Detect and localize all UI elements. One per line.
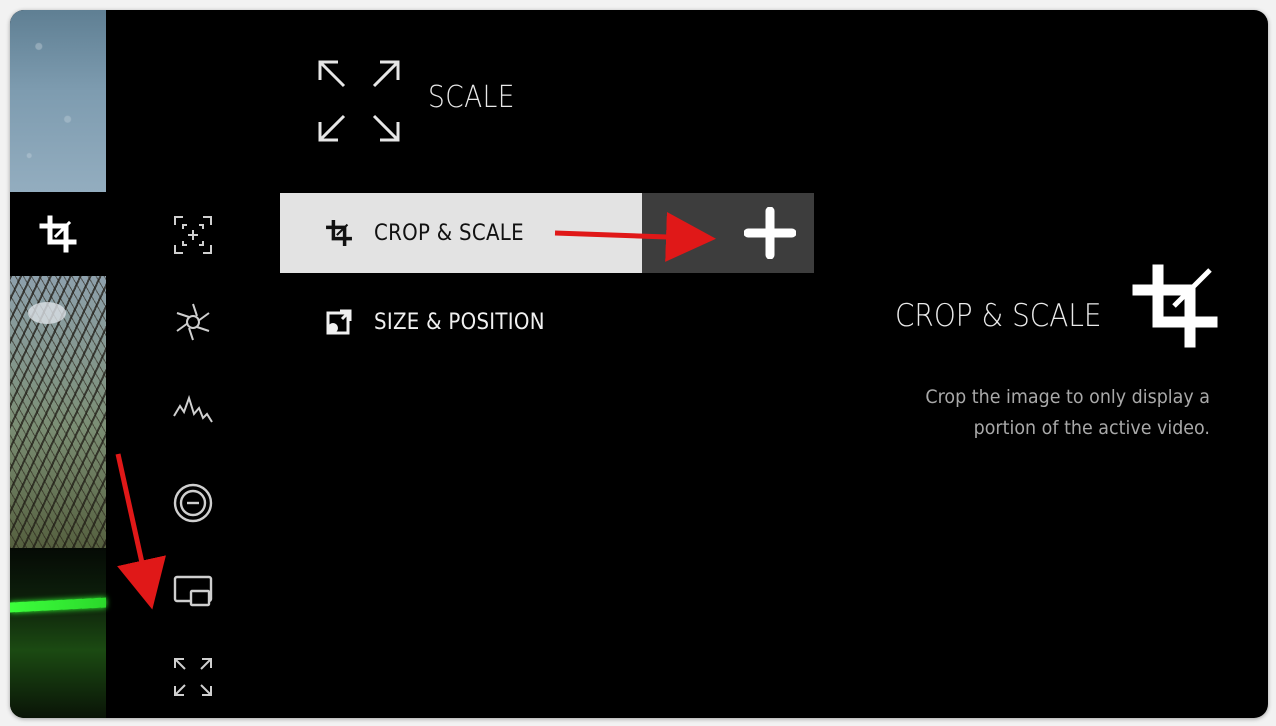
expand-arrows-icon bbox=[174, 658, 212, 696]
thumbnail-strip bbox=[10, 10, 106, 718]
tool-scale[interactable] bbox=[160, 647, 226, 707]
list-item-label: CROP & SCALE bbox=[374, 220, 524, 246]
tool-exposure[interactable] bbox=[160, 473, 226, 533]
crop-icon bbox=[1132, 264, 1218, 348]
size-position-icon bbox=[324, 307, 354, 337]
list-item-size-position[interactable]: SIZE & POSITION bbox=[280, 282, 642, 362]
tool-waveform[interactable] bbox=[160, 380, 226, 440]
detail-title: CROP & SCALE bbox=[895, 298, 1102, 334]
thumbnail-selected[interactable] bbox=[10, 192, 106, 276]
aperture-icon bbox=[176, 303, 210, 341]
list-item-label: SIZE & POSITION bbox=[374, 309, 545, 335]
plus-icon bbox=[744, 207, 796, 259]
page-title: SCALE bbox=[428, 80, 515, 115]
app-frame: SCALE CROP & SCALE SIZE & POSITION CROP … bbox=[10, 10, 1268, 718]
waveform-icon bbox=[173, 394, 213, 423]
tool-picture-in-picture[interactable] bbox=[160, 560, 226, 620]
crop-icon bbox=[324, 218, 354, 248]
add-button[interactable] bbox=[642, 193, 814, 273]
exposure-minus-icon bbox=[173, 483, 213, 523]
detail-description: Crop the image to only display a portion… bbox=[925, 386, 1210, 439]
thumbnail-sky[interactable] bbox=[10, 10, 106, 192]
crop-icon bbox=[39, 215, 77, 253]
tool-focus-assist[interactable] bbox=[160, 205, 226, 265]
focus-assist-icon bbox=[174, 216, 212, 254]
tool-aperture[interactable] bbox=[160, 292, 226, 352]
thumbnail-trees[interactable] bbox=[10, 276, 106, 548]
thumbnail-green[interactable] bbox=[10, 548, 106, 718]
expand-arrows-icon bbox=[318, 60, 400, 142]
list-item-crop-scale[interactable]: CROP & SCALE bbox=[280, 193, 642, 273]
picture-in-picture-icon bbox=[173, 575, 213, 607]
annotation-arrow-down bbox=[115, 453, 166, 610]
